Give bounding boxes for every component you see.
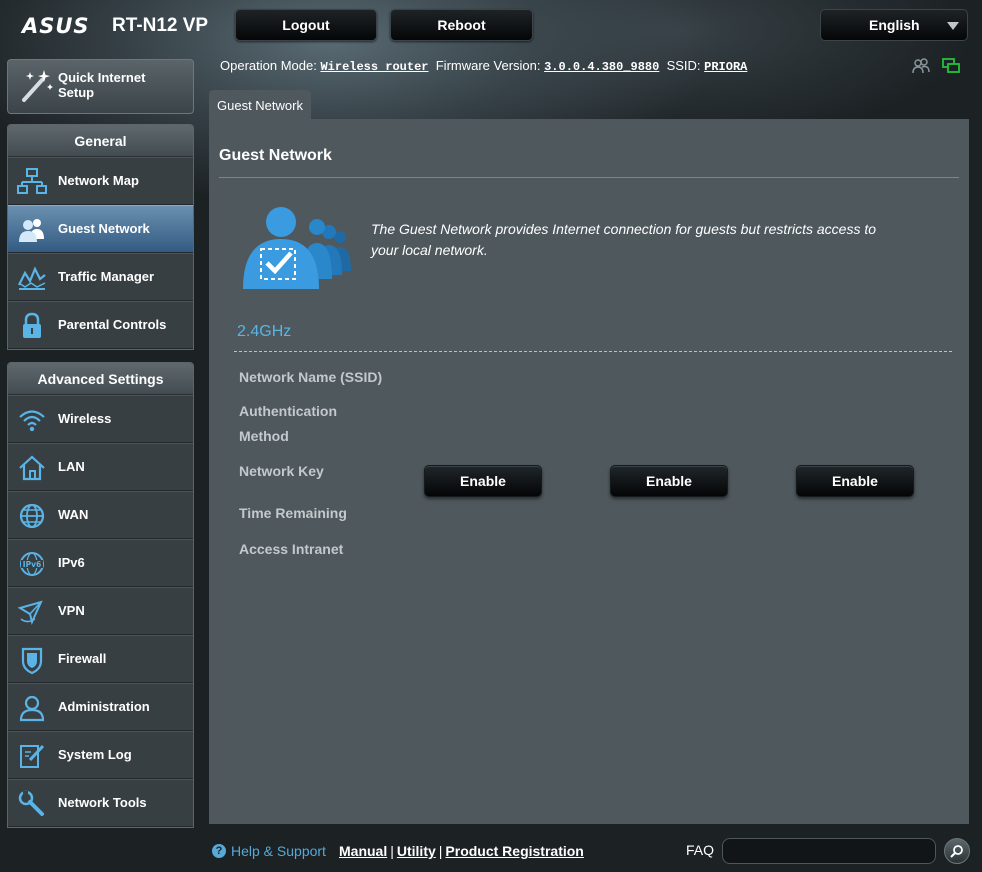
title-divider (219, 177, 959, 178)
advanced-settings-menu: Advanced Settings Wireless LAN WAN IPv6 … (7, 362, 194, 828)
faq-search-button[interactable] (944, 838, 970, 864)
language-select[interactable]: English (820, 9, 968, 41)
lock-icon (23, 312, 41, 338)
operation-mode-label: Operation Mode: (220, 58, 317, 73)
band-divider (234, 351, 952, 352)
sidebar-item-label: Network Tools (58, 795, 147, 810)
sidebar-item-guest-network[interactable]: Guest Network (8, 205, 193, 253)
wifi-icon (19, 410, 45, 432)
operation-mode-link[interactable]: Wireless router (320, 60, 428, 74)
sidebar-item-wireless[interactable]: Wireless (8, 395, 193, 443)
quick-internet-setup-label: Quick Internet Setup (58, 70, 146, 100)
router-model: RT-N12 VP (112, 15, 209, 36)
sidebar-item-label: System Log (58, 747, 132, 762)
sidebar-item-label: VPN (58, 603, 85, 618)
enable-button-2[interactable]: Enable (610, 465, 728, 497)
footer-links: Manual | Utility | Product Registration (339, 843, 584, 859)
clients-icon[interactable] (912, 58, 930, 74)
network-map-icon (17, 168, 47, 194)
sidebar-item-label: Administration (58, 699, 150, 714)
help-support-label: Help & Support (231, 843, 326, 859)
guest-users-icon (19, 219, 44, 242)
svg-text:IPv6: IPv6 (23, 560, 41, 569)
guest-network-icon (243, 207, 351, 289)
sidebar-item-label: Network Map (58, 173, 139, 188)
advanced-settings-title: Advanced Settings (8, 363, 193, 395)
internet-status-icon[interactable] (942, 58, 960, 74)
sidebar-item-lan[interactable]: LAN (8, 443, 193, 491)
wrench-icon (18, 790, 44, 816)
time-remaining-row-label: Time Remaining (239, 505, 347, 521)
product-registration-link[interactable]: Product Registration (445, 843, 583, 859)
language-label: English (869, 17, 920, 33)
faq-label: FAQ (686, 842, 715, 858)
help-support-link[interactable]: ? Help & Support (212, 843, 326, 859)
sidebar-item-vpn[interactable]: VPN (8, 587, 193, 635)
traffic-manager-icon (18, 266, 46, 290)
shield-icon (21, 647, 43, 675)
sidebar-item-network-tools[interactable]: Network Tools (8, 779, 193, 827)
edit-log-icon (20, 744, 45, 768)
ipv6-globe-icon: IPv6 (20, 552, 44, 576)
sidebar-item-wan[interactable]: WAN (8, 491, 193, 539)
sidebar-item-label: WAN (58, 507, 89, 522)
sidebar-item-label: Traffic Manager (58, 269, 155, 284)
footer: ? Help & Support Manual | Utility | Product … (0, 830, 982, 872)
reboot-button[interactable]: Reboot (390, 9, 533, 41)
asus-logo: ASUS (22, 14, 90, 38)
globe-icon (19, 503, 45, 529)
guest-network-panel: Guest Network The Guest Network provides… (209, 119, 969, 824)
access-intranet-row-label: Access Intranet (239, 541, 344, 557)
sidebar-item-ipv6[interactable]: IPv6 IPv6 (8, 539, 193, 587)
utility-link[interactable]: Utility (397, 843, 436, 859)
chevron-down-icon (947, 22, 959, 30)
sidebar-item-label: IPv6 (58, 555, 85, 570)
sidebar-item-label: Wireless (58, 411, 112, 426)
page-title: Guest Network (219, 147, 332, 164)
ssid-label: SSID: (666, 58, 701, 73)
status-bar: Operation Mode: Wireless router Firmware… (220, 58, 747, 74)
sidebar-item-label: LAN (58, 459, 85, 474)
search-icon (950, 845, 963, 858)
enable-button-1[interactable]: Enable (424, 465, 542, 497)
sidebar-item-administration[interactable]: Administration (8, 683, 193, 731)
sidebar-item-traffic-manager[interactable]: Traffic Manager (8, 253, 193, 301)
manual-link[interactable]: Manual (339, 843, 387, 859)
network-key-row-label: Network Key (239, 463, 324, 479)
sidebar-item-firewall[interactable]: Firewall (8, 635, 193, 683)
sidebar-item-parental-controls[interactable]: Parental Controls (8, 301, 193, 349)
vpn-icon (17, 600, 43, 626)
sidebar-item-label: Guest Network (58, 221, 150, 236)
sidebar-item-system-log[interactable]: System Log (8, 731, 193, 779)
general-menu-title: General (8, 125, 193, 157)
status-icons (912, 58, 960, 74)
sidebar-item-label: Firewall (58, 651, 107, 666)
faq-search-input[interactable] (722, 838, 936, 864)
quick-internet-setup-button[interactable]: Quick Internet Setup (7, 59, 194, 114)
home-icon (19, 455, 45, 481)
firmware-label: Firmware Version: (435, 58, 541, 73)
magic-wand-icon (22, 70, 53, 102)
general-menu: General Network Map Guest Network Traffi… (7, 124, 194, 350)
ssid-row-label: Network Name (SSID) (239, 369, 383, 385)
enable-button-3[interactable]: Enable (796, 465, 914, 497)
auth-method-row-label: Authentication Method (239, 403, 337, 444)
guest-network-description: The Guest Network provides Internet conn… (371, 221, 877, 258)
logout-button[interactable]: Logout (235, 9, 377, 41)
sidebar-item-label: Parental Controls (58, 317, 167, 332)
sidebar-item-network-map[interactable]: Network Map (8, 157, 193, 205)
ssid-link[interactable]: PRIORA (704, 60, 747, 74)
tab-guest-network[interactable]: Guest Network (209, 90, 311, 120)
band-label: 2.4GHz (237, 323, 292, 340)
question-icon: ? (212, 844, 226, 858)
firmware-link[interactable]: 3.0.0.4.380_9880 (544, 60, 659, 74)
user-icon (19, 695, 45, 722)
